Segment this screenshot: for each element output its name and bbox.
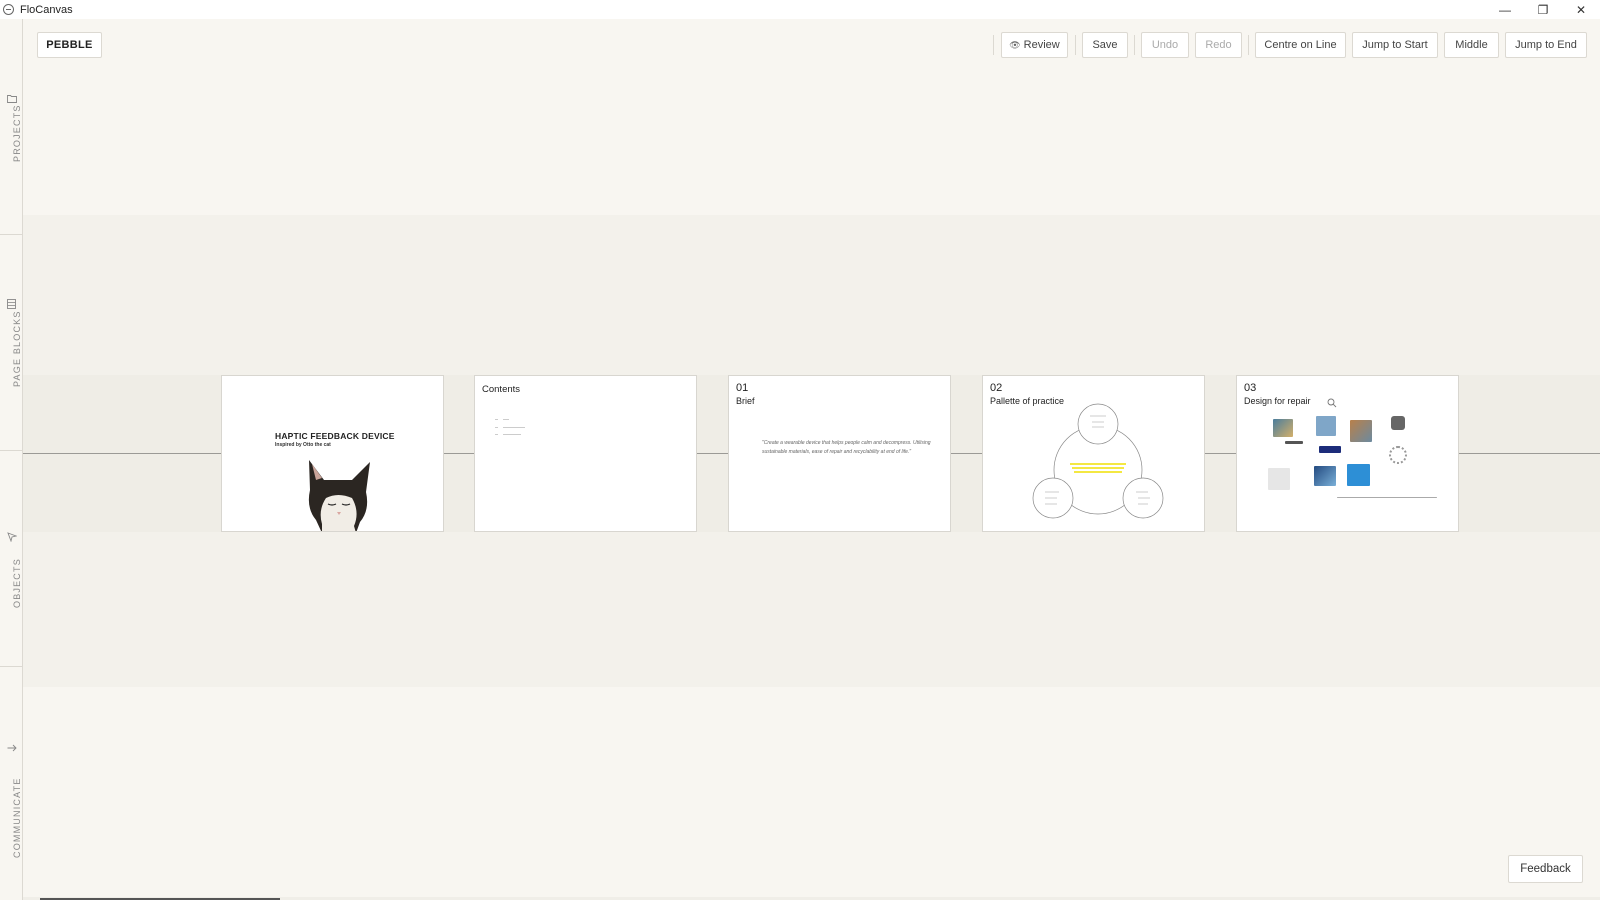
repair-image bbox=[1391, 416, 1405, 430]
arrow-right-icon bbox=[6, 742, 17, 753]
left-sidebar: PROJECTS PAGE BLOCKS OBJECTS COMMUNICATE bbox=[0, 19, 23, 900]
venn-diagram bbox=[1032, 403, 1164, 519]
contents-entry bbox=[503, 419, 509, 420]
repair-image bbox=[1350, 420, 1372, 442]
review-button[interactable]: 👁 Review bbox=[1001, 32, 1068, 58]
contents-entry bbox=[503, 427, 525, 428]
sidebar-item-page-blocks[interactable]: PAGE BLOCKS bbox=[0, 235, 23, 451]
repair-image bbox=[1347, 464, 1370, 486]
contents-bullet bbox=[495, 427, 498, 428]
redo-button[interactable]: Redo bbox=[1195, 32, 1242, 58]
close-button[interactable]: ✕ bbox=[1562, 0, 1600, 19]
toolbar-divider bbox=[1134, 35, 1135, 55]
pointer-icon bbox=[6, 531, 17, 542]
repair-image bbox=[1316, 416, 1336, 436]
cover-subtitle: Inspired by Otto the cat bbox=[275, 442, 331, 448]
page-card-cover[interactable]: HAPTIC FEEDBACK DEVICE Inspired by Otto … bbox=[221, 375, 444, 532]
app-logo-icon bbox=[3, 4, 14, 15]
page-card-repair[interactable]: 03 Design for repair bbox=[1236, 375, 1459, 532]
contents-bullet bbox=[495, 434, 498, 435]
sidebar-item-projects[interactable]: PROJECTS bbox=[0, 19, 23, 235]
cover-title: HAPTIC FEEDBACK DEVICE bbox=[275, 431, 395, 441]
sidebar-label-page-blocks: PAGE BLOCKS bbox=[12, 310, 22, 387]
folder-icon bbox=[6, 93, 17, 104]
sidebar-label-projects: PROJECTS bbox=[12, 104, 22, 162]
title-bar: FloCanvas — ❐ ✕ bbox=[0, 0, 1600, 19]
page-title: Brief bbox=[736, 396, 755, 406]
repair-image bbox=[1389, 446, 1407, 464]
repair-logo bbox=[1319, 446, 1341, 453]
feedback-button[interactable]: Feedback bbox=[1508, 855, 1583, 883]
canvas-band-lower bbox=[23, 532, 1600, 687]
maximize-button[interactable]: ❐ bbox=[1524, 0, 1562, 19]
undo-button[interactable]: Undo bbox=[1141, 32, 1189, 58]
canvas-band-upper bbox=[23, 215, 1600, 375]
contents-entry bbox=[503, 434, 521, 435]
page-number: 03 bbox=[1244, 382, 1257, 394]
brief-quote: "Create a wearable device that helps peo… bbox=[762, 440, 931, 455]
middle-button[interactable]: Middle bbox=[1444, 32, 1499, 58]
jump-to-end-button[interactable]: Jump to End bbox=[1505, 32, 1587, 58]
jump-to-start-button[interactable]: Jump to Start bbox=[1352, 32, 1438, 58]
centre-on-line-button[interactable]: Centre on Line bbox=[1255, 32, 1346, 58]
page-title: Design for repair bbox=[1244, 396, 1311, 406]
repair-caption bbox=[1337, 497, 1437, 498]
toolbar-divider bbox=[993, 35, 994, 55]
page-card-brief[interactable]: 01 Brief "Create a wearable device that … bbox=[728, 375, 951, 532]
toolbar-divider bbox=[1248, 35, 1249, 55]
repair-image bbox=[1273, 419, 1293, 437]
toolbar-divider bbox=[1075, 35, 1076, 55]
contents-title: Contents bbox=[482, 384, 521, 395]
sidebar-item-objects[interactable]: OBJECTS bbox=[0, 451, 23, 667]
page-card-practice[interactable]: 02 Pallette of practice bbox=[982, 375, 1205, 532]
sidebar-label-communicate: COMMUNICATE bbox=[12, 777, 22, 858]
review-label: Review bbox=[1023, 39, 1060, 51]
minimize-button[interactable]: — bbox=[1486, 0, 1524, 19]
window-controls: — ❐ ✕ bbox=[1486, 0, 1600, 19]
sidebar-item-communicate[interactable]: COMMUNICATE bbox=[0, 667, 23, 883]
repair-logo bbox=[1285, 441, 1303, 444]
project-name-button[interactable]: PEBBLE bbox=[37, 32, 102, 58]
repair-image bbox=[1314, 466, 1336, 486]
sidebar-label-objects: OBJECTS bbox=[12, 558, 22, 608]
contents-bullet bbox=[495, 419, 498, 420]
save-button[interactable]: Save bbox=[1082, 32, 1128, 58]
window-title: FloCanvas bbox=[20, 3, 73, 16]
page-card-contents[interactable]: Contents bbox=[474, 375, 697, 532]
cat-image bbox=[308, 460, 370, 531]
blocks-icon bbox=[6, 298, 17, 309]
page-number: 02 bbox=[990, 382, 1003, 394]
search-icon bbox=[1327, 398, 1337, 410]
eye-icon: 👁 bbox=[1009, 39, 1021, 50]
page-number: 01 bbox=[736, 382, 749, 394]
repair-image bbox=[1268, 468, 1290, 490]
